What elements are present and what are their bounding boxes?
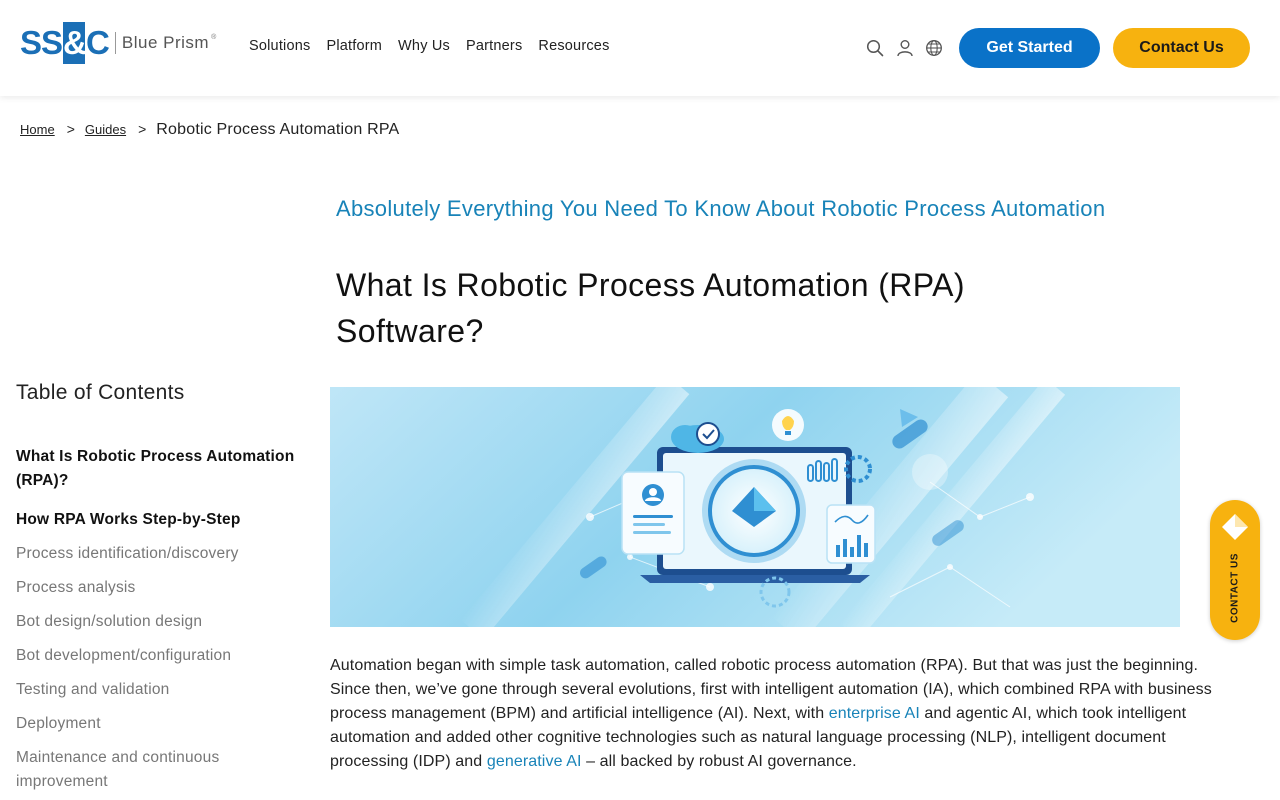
contact-us-button[interactable]: Contact Us	[1113, 28, 1250, 68]
get-started-button[interactable]: Get Started	[959, 28, 1100, 68]
logo-amp: &	[63, 22, 87, 64]
toc-list: What Is Robotic Process Automation (RPA)…	[16, 445, 296, 800]
breadcrumb-guides[interactable]: Guides	[85, 122, 126, 137]
nav-why-us[interactable]: Why Us	[398, 38, 450, 54]
generative-ai-link[interactable]: generative AI	[487, 753, 582, 770]
nav-platform[interactable]: Platform	[326, 38, 382, 54]
logo-ss: SS	[20, 24, 63, 61]
enterprise-ai-link[interactable]: enterprise AI	[829, 705, 920, 722]
diamond-icon	[1222, 514, 1248, 540]
search-icon[interactable]	[866, 39, 884, 57]
toc-title: Table of Contents	[16, 381, 185, 404]
logo-divider	[114, 32, 116, 54]
toc-subitem[interactable]: Process analysis	[16, 576, 296, 600]
globe-icon[interactable]	[925, 39, 943, 57]
logo-product-name: Blue Prism	[121, 33, 210, 52]
floating-contact-label: CONTACT US	[1229, 553, 1241, 623]
breadcrumb-home[interactable]: Home	[20, 122, 55, 137]
logo[interactable]: SS & C Blue Prism ®	[20, 22, 216, 64]
breadcrumb-separator: >	[138, 121, 147, 137]
hero-illustration	[330, 387, 1180, 627]
nav-partners[interactable]: Partners	[466, 38, 522, 54]
toc-subitem[interactable]: Process identification/discovery	[16, 542, 296, 566]
site-header: SS & C Blue Prism ® Solutions Platform Why …	[0, 0, 1280, 96]
nav-resources[interactable]: Resources	[538, 38, 609, 54]
page-eyebrow: Absolutely Everything You Need To Know A…	[336, 196, 1106, 221]
breadcrumb-separator: >	[66, 121, 75, 137]
logo-registered: ®	[211, 33, 217, 41]
breadcrumb-current: Robotic Process Automation RPA	[156, 121, 400, 138]
main-nav: Solutions Platform Why Us Partners Resou…	[249, 38, 626, 54]
page-title: What Is Robotic Process Automation (RPA)…	[336, 267, 965, 349]
toc-item-what-is-rpa[interactable]: What Is Robotic Process Automation (RPA)…	[16, 445, 296, 493]
breadcrumb: Home > Guides > Robotic Process Automati…	[20, 121, 399, 139]
toc-subitem[interactable]: Maintenance and continuous improvement	[16, 746, 296, 794]
floating-contact-tab[interactable]: CONTACT US	[1210, 500, 1260, 640]
user-icon[interactable]	[896, 39, 914, 57]
nav-solutions[interactable]: Solutions	[249, 38, 310, 54]
toc-item-how-rpa-works[interactable]: How RPA Works Step-by-Step	[16, 508, 296, 532]
intro-paragraph: Automation began with simple task automa…	[330, 654, 1220, 774]
toc-subitem[interactable]: Bot development/configuration	[16, 644, 296, 668]
toc-subitem[interactable]: Bot design/solution design	[16, 610, 296, 634]
toc-subitem[interactable]: Testing and validation	[16, 678, 296, 702]
intro-text-3: – all backed by robust AI governance.	[581, 753, 857, 770]
toc-subitem[interactable]: Deployment	[16, 712, 296, 736]
logo-mark: SS & C	[20, 22, 110, 64]
logo-c: C	[86, 24, 110, 61]
